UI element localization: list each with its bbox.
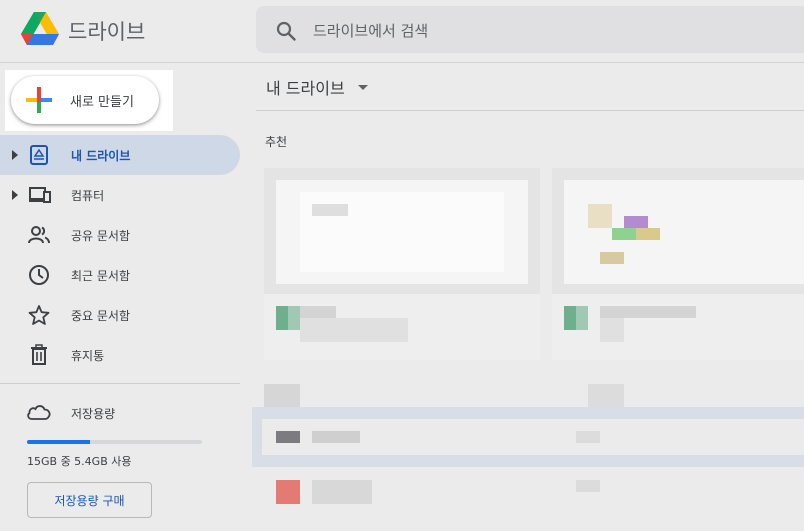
chevron-down-icon[interactable] bbox=[358, 85, 368, 90]
my-drive-icon bbox=[30, 145, 48, 165]
storage-usage-bar bbox=[27, 440, 202, 444]
star-icon bbox=[28, 305, 50, 325]
sidebar-item-shared[interactable]: 공유 문서함 bbox=[0, 215, 240, 255]
sidebar-item-trash[interactable]: 휴지통 bbox=[0, 335, 240, 375]
google-drive-logo[interactable] bbox=[21, 12, 59, 46]
expand-caret-icon[interactable] bbox=[12, 150, 18, 160]
clock-icon bbox=[29, 265, 49, 285]
expand-caret-icon[interactable] bbox=[12, 190, 18, 200]
sidebar-item-computers[interactable]: 컴퓨터 bbox=[0, 175, 240, 215]
search-icon[interactable] bbox=[276, 21, 296, 41]
sidebar-item-my-drive[interactable]: 내 드라이브 bbox=[0, 135, 240, 175]
sidebar-item-label: 컴퓨터 bbox=[71, 189, 105, 203]
plus-icon bbox=[26, 87, 52, 113]
file-card-footer bbox=[552, 294, 804, 360]
sidebar-divider bbox=[0, 383, 240, 384]
storage-label[interactable]: 저장용량 bbox=[71, 405, 115, 422]
suggested-file-card[interactable] bbox=[264, 168, 540, 360]
sidebar-item-label: 휴지통 bbox=[71, 349, 105, 363]
computer-icon bbox=[29, 187, 51, 203]
file-type-icon bbox=[276, 480, 300, 504]
top-header: 드라이브 드라이브에서 검색 bbox=[0, 0, 804, 63]
section-label: 추천 bbox=[265, 135, 288, 149]
sidebar-item-label: 최근 문서함 bbox=[71, 269, 131, 283]
new-button[interactable]: 새로 만들기 bbox=[11, 76, 159, 124]
app-title[interactable]: 드라이브 bbox=[68, 16, 145, 46]
main-content: 내 드라이브 추천 bbox=[252, 62, 804, 531]
search-input[interactable]: 드라이브에서 검색 bbox=[313, 20, 428, 41]
new-button-label: 새로 만들기 bbox=[70, 95, 134, 110]
sidebar-item-starred[interactable]: 중요 문서함 bbox=[0, 295, 240, 335]
sidebar-item-recent[interactable]: 최근 문서함 bbox=[0, 255, 240, 295]
list-header-blur bbox=[264, 384, 300, 408]
suggested-file-card[interactable] bbox=[552, 168, 804, 360]
storage-usage-fill bbox=[27, 440, 90, 444]
buy-storage-button[interactable]: 저장용량 구매 bbox=[27, 482, 152, 518]
storage-usage-text: 15GB 중 5.4GB 사용 bbox=[27, 455, 132, 468]
shared-people-icon bbox=[28, 226, 50, 244]
file-thumbnail bbox=[564, 180, 804, 284]
trash-icon bbox=[31, 344, 47, 365]
sidebar-item-label: 공유 문서함 bbox=[71, 229, 131, 243]
file-row-body bbox=[262, 419, 804, 455]
new-button-container: 새로 만들기 bbox=[5, 70, 173, 131]
content-divider bbox=[256, 110, 804, 111]
buy-storage-label: 저장용량 구매 bbox=[54, 494, 125, 508]
page-title[interactable]: 내 드라이브 bbox=[266, 75, 345, 99]
cloud-icon bbox=[27, 405, 51, 420]
file-meta-blur bbox=[576, 480, 600, 492]
sidebar-item-label: 중요 문서함 bbox=[71, 309, 131, 323]
file-name-blur bbox=[312, 480, 372, 504]
list-header-blur bbox=[588, 384, 624, 408]
table-row[interactable] bbox=[252, 407, 804, 467]
search-bar[interactable]: 드라이브에서 검색 bbox=[256, 6, 804, 53]
file-thumbnail bbox=[276, 180, 528, 284]
sidebar-item-label: 내 드라이브 bbox=[71, 149, 131, 163]
file-card-footer bbox=[264, 294, 540, 360]
